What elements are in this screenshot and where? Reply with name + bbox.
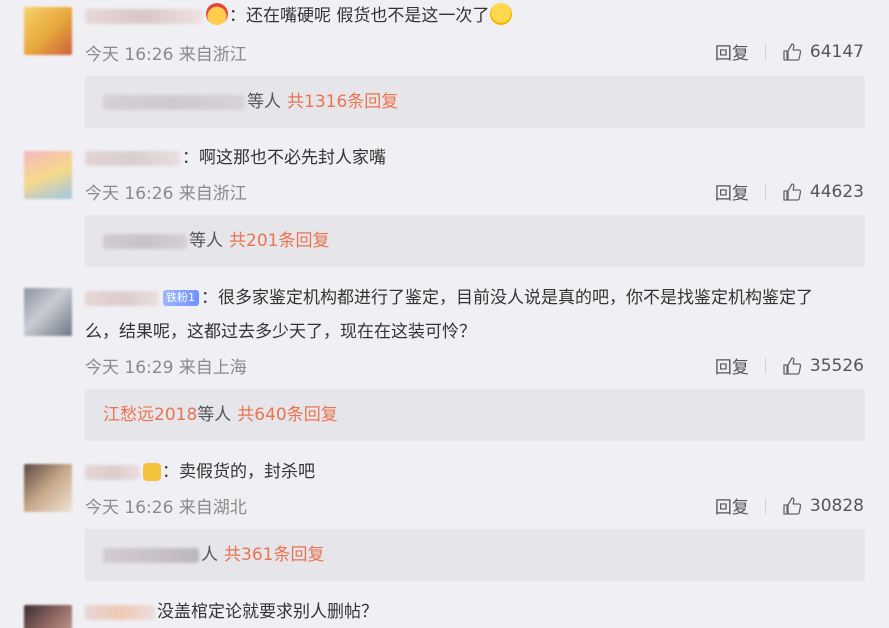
- reply-button[interactable]: 回复: [715, 179, 749, 204]
- comment-text-line-2: 么，结果呢，这都过去多少天了，现在在这装可怜？: [85, 322, 476, 342]
- avatar[interactable]: [24, 288, 72, 336]
- fan-badge: 铁粉1: [163, 290, 199, 306]
- comment-text: ：很多家鉴定机构都进行了鉴定，目前没人说是真的吧，你不是找鉴定机构鉴定了: [201, 288, 813, 308]
- comment-text: ：卖假货的，封杀吧: [162, 462, 315, 482]
- thumbs-up-icon[interactable]: [782, 496, 802, 516]
- replies-summary[interactable]: 等人 共201条回复: [85, 215, 865, 267]
- username-blurred[interactable]: [85, 290, 159, 306]
- comment-actions: 回复 64147: [715, 39, 864, 65]
- comment-meta: 今天 16:29 来自上海: [85, 358, 247, 378]
- comment-text-line: ：啊这那也不必先封人家嘴: [85, 145, 386, 172]
- like-count: 30828: [809, 495, 864, 516]
- thumbs-up-icon[interactable]: [782, 182, 802, 202]
- reply-users-blurred: [103, 547, 199, 563]
- reply-users-blurred: [103, 233, 187, 249]
- divider: [764, 497, 766, 514]
- like-count: 44623: [809, 181, 864, 202]
- comment-meta: 今天 16:26 来自浙江: [85, 184, 247, 204]
- username-blurred[interactable]: [85, 150, 180, 166]
- comment-actions: 回复 35526: [715, 353, 864, 379]
- avatar[interactable]: [24, 464, 72, 512]
- thumbs-up-icon[interactable]: [782, 42, 802, 62]
- divider: [764, 43, 766, 60]
- reply-button[interactable]: 回复: [715, 39, 749, 64]
- thumbs-up-icon[interactable]: [782, 356, 802, 376]
- avatar[interactable]: [24, 7, 72, 55]
- divider: [764, 183, 766, 200]
- replies-count-link[interactable]: 共1316条回复: [287, 76, 398, 128]
- comment-list: ：还在嘴硬呢 假货也不是这一次了 今天 16:26 来自浙江 回复 64147 …: [0, 0, 889, 628]
- avatar[interactable]: [24, 151, 72, 199]
- reply-users-blurred: [103, 94, 245, 110]
- comment-text: ：啊这那也不必先封人家嘴: [182, 148, 386, 168]
- victory-hand-emoji-icon: [143, 463, 161, 481]
- comment-text: ：还在嘴硬呢 假货也不是这一次了: [229, 6, 490, 26]
- replies-count-link[interactable]: 共361条回复: [224, 529, 324, 581]
- like-count: 35526: [809, 355, 864, 376]
- comment-text-line: ：还在嘴硬呢 假货也不是这一次了: [85, 3, 513, 30]
- username-blurred[interactable]: [85, 8, 203, 24]
- comment-meta: 今天 16:26 来自湖北: [85, 498, 247, 518]
- comment-text-line: ：卖假货的，封杀吧: [85, 459, 315, 486]
- comment-text-line: 没盖棺定论就要求别人删帖？: [85, 599, 378, 626]
- avatar[interactable]: [24, 605, 72, 628]
- comment-actions: 回复 30828: [715, 493, 864, 519]
- replies-summary[interactable]: 人 共361条回复: [85, 529, 865, 581]
- crown-emoji-icon: [206, 3, 228, 25]
- replies-suffix: 等人: [197, 405, 232, 425]
- reply-button[interactable]: 回复: [715, 493, 749, 518]
- username-blurred[interactable]: [85, 604, 155, 620]
- divider: [764, 357, 766, 374]
- replies-count-link[interactable]: 共201条回复: [229, 215, 329, 267]
- like-count: 64147: [809, 41, 864, 62]
- replies-suffix: 等人: [247, 92, 281, 112]
- comment-actions: 回复 44623: [715, 179, 864, 205]
- comment-text-line: 铁粉1 ：很多家鉴定机构都进行了鉴定，目前没人说是真的吧，你不是找鉴定机构鉴定了: [85, 285, 813, 312]
- comment-text: 没盖棺定论就要求别人删帖？: [157, 602, 378, 622]
- comment-meta: 今天 16:26 来自浙江: [85, 45, 247, 65]
- replies-suffix: 等人: [189, 231, 223, 251]
- replies-summary[interactable]: 等人 共1316条回复: [85, 76, 865, 128]
- replies-suffix: 人: [201, 545, 218, 565]
- reply-button[interactable]: 回复: [715, 353, 749, 378]
- username-blurred[interactable]: [85, 464, 140, 480]
- replies-count-link[interactable]: 共640条回复: [237, 389, 337, 441]
- reply-user-link[interactable]: 江愁远2018: [103, 389, 197, 441]
- replies-summary[interactable]: 江愁远2018 等人 共640条回复: [85, 389, 865, 441]
- crying-face-emoji-icon: [490, 3, 513, 25]
